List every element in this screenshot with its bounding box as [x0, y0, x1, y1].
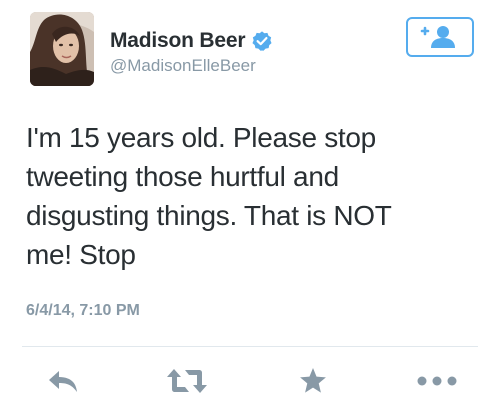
favorite-button[interactable]	[296, 366, 330, 396]
tweet-text: I'm 15 years old. Please stop tweeting t…	[26, 118, 466, 274]
divider	[22, 346, 478, 347]
tweet-text-line: tweeting those hurtful and	[26, 161, 339, 192]
profile-avatar[interactable]	[30, 12, 94, 86]
tweet-timestamp[interactable]: 6/4/14, 7:10 PM	[26, 302, 140, 320]
more-dots-icon	[416, 375, 458, 387]
verified-badge-icon	[251, 30, 273, 52]
tweet-text-line: I'm 15 years old. Please stop	[26, 122, 376, 153]
star-icon	[298, 367, 328, 395]
reply-button[interactable]	[46, 366, 80, 396]
user-handle[interactable]: @MadisonElleBeer	[110, 56, 256, 76]
name-row: Madison Beer	[110, 29, 273, 53]
add-user-icon	[418, 24, 462, 50]
tweet-text-line: me! Stop	[26, 239, 136, 270]
follow-button[interactable]	[406, 17, 474, 57]
avatar-image	[30, 12, 94, 86]
reply-icon	[47, 369, 79, 393]
retweet-button[interactable]	[164, 366, 210, 396]
more-options-button[interactable]	[414, 366, 460, 396]
tweet-text-line: disgusting things. That is NOT	[26, 200, 392, 231]
retweet-icon	[165, 367, 209, 395]
display-name[interactable]: Madison Beer	[110, 29, 246, 53]
